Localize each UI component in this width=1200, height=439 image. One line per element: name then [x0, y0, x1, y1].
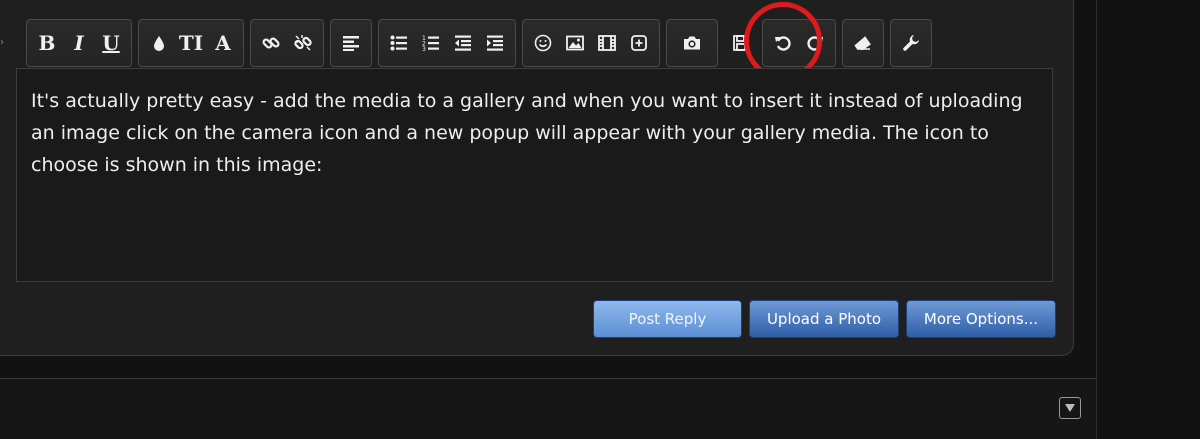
link-button[interactable]: [255, 22, 287, 64]
outdent-icon: [455, 35, 471, 51]
right-column: [1096, 0, 1200, 439]
insert-button[interactable]: [623, 22, 655, 64]
more-options-label: More Options...: [923, 310, 1039, 328]
more-options-button[interactable]: More Options...: [906, 300, 1056, 338]
underline-icon: U: [102, 31, 120, 55]
bullet-list-icon: [390, 35, 407, 51]
footer-bar: [0, 378, 1096, 439]
color-drop-icon: [154, 36, 164, 51]
image-button[interactable]: [559, 22, 591, 64]
redo-icon: [807, 36, 823, 51]
left-arrow-icon: ›: [0, 37, 4, 48]
editor-text: It's actually pretty easy - add the medi…: [31, 90, 1023, 176]
upload-photo-label: Upload a Photo: [766, 310, 882, 328]
media-button[interactable]: [591, 22, 623, 64]
collapse-button[interactable]: [1059, 397, 1081, 419]
save-button[interactable]: [725, 22, 757, 64]
smiley-icon: [534, 34, 552, 52]
undo-button[interactable]: [767, 22, 799, 64]
font-icon: A: [215, 31, 231, 55]
bold-button[interactable]: B: [31, 22, 63, 64]
gallery-group: [666, 19, 718, 67]
numbered-list-icon: 123: [422, 35, 439, 53]
undo-icon: [775, 36, 791, 51]
text-style-group: TI A: [138, 19, 244, 67]
svg-text:3: 3: [422, 46, 426, 53]
indent-button[interactable]: [479, 22, 511, 64]
message-editor[interactable]: It's actually pretty easy - add the medi…: [16, 68, 1053, 282]
unlink-button[interactable]: [287, 22, 319, 64]
numbered-list-button[interactable]: 123: [415, 22, 447, 64]
text-size-button[interactable]: TI: [175, 22, 207, 64]
font-button[interactable]: A: [207, 22, 239, 64]
wrench-icon: [903, 35, 919, 51]
collapse-icon: [1065, 404, 1075, 412]
outdent-button[interactable]: [447, 22, 479, 64]
text-size-icon: TI: [178, 31, 204, 55]
insert-icon: [631, 35, 647, 51]
list-group: 123: [378, 19, 516, 67]
smiley-button[interactable]: [527, 22, 559, 64]
insert-group: [522, 19, 660, 67]
unlink-icon: [294, 35, 312, 51]
post-reply-button[interactable]: Post Reply: [593, 300, 742, 338]
eraser-button[interactable]: [847, 22, 879, 64]
format-group: B I U: [26, 19, 132, 67]
wrench-button[interactable]: [895, 22, 927, 64]
align-group: [330, 19, 372, 67]
indent-icon: [487, 35, 503, 51]
bold-icon: B: [38, 31, 56, 55]
save-group: [724, 19, 758, 67]
camera-icon: [684, 36, 700, 50]
align-button[interactable]: [335, 22, 367, 64]
upload-photo-button[interactable]: Upload a Photo: [749, 300, 899, 338]
italic-icon: I: [74, 31, 84, 55]
eraser-icon: [854, 36, 871, 51]
history-group: [762, 19, 836, 67]
tools-group: [890, 19, 932, 67]
redo-button[interactable]: [799, 22, 831, 64]
italic-button[interactable]: I: [63, 22, 95, 64]
bullet-list-button[interactable]: [383, 22, 415, 64]
eraser-group: [842, 19, 884, 67]
save-icon: [733, 35, 749, 51]
post-reply-label: Post Reply: [628, 310, 707, 328]
align-icon: [343, 36, 359, 51]
color-button[interactable]: [143, 22, 175, 64]
image-icon: [566, 35, 584, 51]
editor-toolbar: B I U TI A 123: [26, 18, 938, 68]
link-group: [250, 19, 324, 67]
media-icon: [598, 35, 616, 51]
link-icon: [262, 37, 280, 49]
camera-button[interactable]: [671, 22, 713, 64]
underline-button[interactable]: U: [95, 22, 127, 64]
